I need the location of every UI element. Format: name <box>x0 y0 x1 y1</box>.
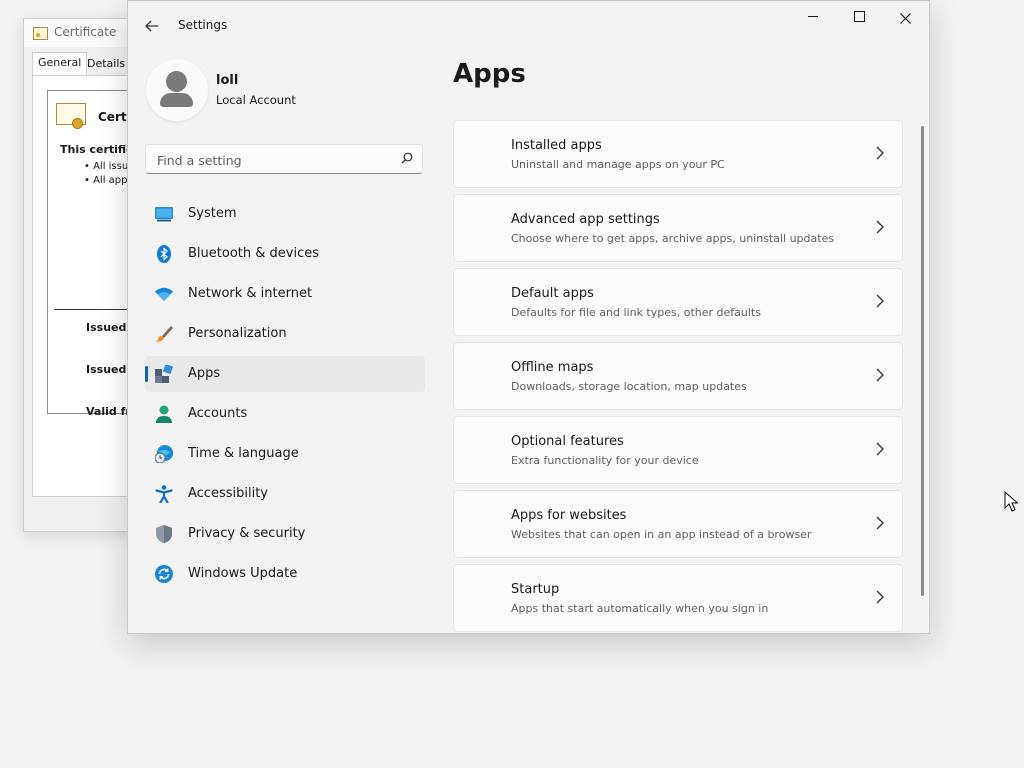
mouse-pointer-icon <box>1004 491 1018 512</box>
card-installed-apps[interactable]: Installed apps Uninstall and manage apps… <box>453 120 903 188</box>
certificate-icon <box>33 27 48 40</box>
chevron-right-icon <box>876 590 884 604</box>
vertical-scrollbar[interactable] <box>921 126 924 596</box>
person-icon <box>156 405 172 423</box>
card-description: Uninstall and manage apps on your PC <box>511 158 725 171</box>
brush-icon <box>155 326 173 342</box>
apps-icon <box>155 365 173 383</box>
avatar-head <box>166 71 187 92</box>
card-title: Advanced app settings <box>511 212 660 227</box>
card-optional-features[interactable]: Optional features Extra functionality fo… <box>453 416 903 484</box>
sidebar-item-label: Bluetooth & devices <box>188 246 319 261</box>
search-box[interactable] <box>145 144 423 175</box>
maximize-icon <box>853 11 865 22</box>
tab-general[interactable]: General <box>32 52 88 75</box>
chevron-right-icon <box>876 220 884 234</box>
sidebar-item-windows-update[interactable]: Windows Update <box>145 556 425 592</box>
sidebar-item-personalization[interactable]: Personalization <box>145 316 425 352</box>
avatar-body <box>160 93 193 107</box>
search-input[interactable] <box>155 145 389 175</box>
monitor-icon <box>155 207 173 222</box>
certificate-bullet: • All appli <box>84 175 134 186</box>
card-description: Choose where to get apps, archive apps, … <box>511 232 835 245</box>
minimize-button[interactable] <box>790 5 836 33</box>
sidebar-item-label: Windows Update <box>188 566 298 581</box>
card-description: Defaults for file and link types, other … <box>511 306 761 319</box>
tab-details[interactable]: Details <box>82 54 130 74</box>
card-title: Apps for websites <box>511 508 627 523</box>
back-button[interactable] <box>140 14 164 38</box>
chevron-right-icon <box>876 294 884 308</box>
sidebar-item-label: Privacy & security <box>188 526 306 541</box>
sidebar-item-system[interactable]: System <box>145 196 425 232</box>
certificate-title: Certificate <box>54 25 117 39</box>
card-title: Optional features <box>511 434 624 449</box>
sidebar-item-accessibility[interactable]: Accessibility <box>145 476 425 512</box>
chevron-right-icon <box>876 442 884 456</box>
bluetooth-icon <box>157 245 171 263</box>
page-title: Apps <box>453 59 526 89</box>
update-icon <box>155 565 173 583</box>
card-description: Apps that start automatically when you s… <box>511 602 769 615</box>
user-name: loll <box>216 73 239 88</box>
card-description: Downloads, storage location, map updates <box>511 380 747 393</box>
chevron-right-icon <box>876 516 884 530</box>
card-startup[interactable]: Startup Apps that start automatically wh… <box>453 564 903 632</box>
card-description: Extra functionality for your device <box>511 454 699 467</box>
settings-window: Settings loll Local Account Syst <box>127 0 930 634</box>
card-title: Startup <box>511 582 560 597</box>
close-button[interactable] <box>882 5 928 33</box>
search-icon[interactable] <box>401 152 413 164</box>
card-apps-for-websites[interactable]: Apps for websites Websites that can open… <box>453 490 903 558</box>
maximize-button[interactable] <box>836 5 882 33</box>
shield-icon <box>156 525 172 543</box>
sidebar-item-label: Accounts <box>188 406 248 421</box>
sidebar-item-label: System <box>188 206 237 221</box>
sidebar-nav: System Bluetooth & devices Network & int… <box>145 196 425 596</box>
card-offline-maps[interactable]: Offline maps Downloads, storage location… <box>453 342 903 410</box>
sidebar-item-label: Apps <box>188 366 221 381</box>
chevron-right-icon <box>876 146 884 160</box>
close-icon <box>899 13 911 24</box>
avatar[interactable] <box>146 59 208 121</box>
sidebar-item-label: Time & language <box>188 446 299 461</box>
settings-card-list: Installed apps Uninstall and manage apps… <box>453 120 903 633</box>
minimize-icon <box>808 16 818 17</box>
sidebar-item-bluetooth[interactable]: Bluetooth & devices <box>145 236 425 272</box>
globe-clock-icon <box>155 445 173 463</box>
sidebar-item-label: Network & internet <box>188 286 313 301</box>
sidebar-item-network[interactable]: Network & internet <box>145 276 425 312</box>
sidebar-item-privacy-security[interactable]: Privacy & security <box>145 516 425 552</box>
card-title: Installed apps <box>511 138 602 153</box>
account-type: Local Account <box>216 93 296 107</box>
card-title: Default apps <box>511 286 594 301</box>
accessibility-icon <box>155 485 173 503</box>
certificate-large-icon <box>56 103 86 129</box>
sidebar-item-accounts[interactable]: Accounts <box>145 396 425 432</box>
app-title: Settings <box>178 18 228 32</box>
sidebar-item-label: Personalization <box>188 326 287 341</box>
chevron-right-icon <box>876 368 884 382</box>
card-description: Websites that can open in an app instead… <box>511 528 812 541</box>
certificate-field-valid-from: Valid fr <box>86 405 131 418</box>
card-title: Offline maps <box>511 360 594 375</box>
sidebar-item-apps[interactable]: Apps <box>145 356 425 392</box>
sidebar-item-time-language[interactable]: Time & language <box>145 436 425 472</box>
sidebar-item-label: Accessibility <box>188 486 268 501</box>
card-default-apps[interactable]: Default apps Defaults for file and link … <box>453 268 903 336</box>
wifi-icon <box>155 287 173 301</box>
card-advanced-app-settings[interactable]: Advanced app settings Choose where to ge… <box>453 194 903 262</box>
arrow-left-icon <box>145 20 158 32</box>
